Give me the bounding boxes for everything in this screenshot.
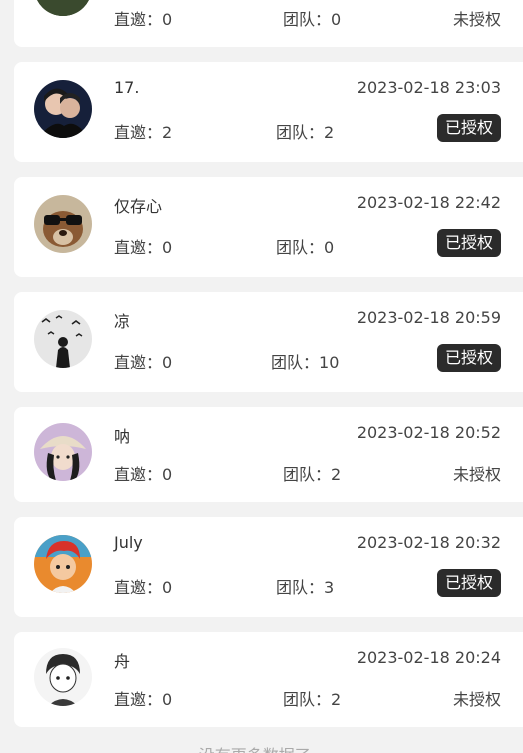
direct-count: 0 <box>162 353 173 372</box>
team-label: 团队： <box>276 123 325 142</box>
member-name: 仅存心 <box>114 197 163 216</box>
member-time: 2023-02-18 23:03 <box>356 78 501 97</box>
team-label: 团队： <box>276 578 325 597</box>
team-label: 团队： <box>271 353 320 372</box>
team-count: 10 <box>319 353 340 372</box>
status-badge: 已授权 <box>436 344 501 372</box>
status-badge: 已授权 <box>436 569 501 597</box>
member-name: July <box>114 533 143 552</box>
member-card[interactable]: 仅存心 2023-02-18 22:42 直邀：0 团队：0 已授权 <box>14 177 523 277</box>
member-card[interactable]: 直邀：0 团队：0 未授权 <box>14 0 523 47</box>
team-count: 3 <box>324 578 335 597</box>
member-time: 2023-02-18 20:52 <box>356 423 501 442</box>
direct-count: 0 <box>162 238 173 257</box>
direct-label: 直邀： <box>114 10 163 29</box>
direct-label: 直邀： <box>114 353 163 372</box>
team-count: 2 <box>331 465 342 484</box>
no-more-data-text: 没有更多数据了~ <box>0 742 523 753</box>
member-time: 2023-02-18 20:59 <box>356 308 501 327</box>
status-text: 未授权 <box>452 10 501 29</box>
member-card[interactable]: July 2023-02-18 20:32 直邀：0 团队：3 已授权 <box>14 517 523 617</box>
member-card[interactable]: 17. 2023-02-18 23:03 直邀：2 团队：2 已授权 <box>14 62 523 162</box>
direct-label: 直邀： <box>114 465 163 484</box>
avatar-birds-icon <box>34 310 92 368</box>
team-label: 团队： <box>283 465 332 484</box>
direct-label: 直邀： <box>114 578 163 597</box>
member-time: 2023-02-18 20:24 <box>356 648 501 667</box>
avatar-dog-sunglasses-icon <box>34 195 92 253</box>
member-name: 舟 <box>114 652 131 671</box>
status-badge: 已授权 <box>436 114 501 142</box>
team-count: 0 <box>324 238 335 257</box>
direct-count: 2 <box>162 123 173 142</box>
member-time: 2023-02-18 22:42 <box>356 193 501 212</box>
avatar-cartoon-boy-icon <box>34 535 92 593</box>
member-card[interactable]: 呐 2023-02-18 20:52 直邀：0 团队：2 未授权 <box>14 407 523 502</box>
member-card[interactable]: 舟 2023-02-18 20:24 直邀：0 团队：2 未授权 <box>14 632 523 727</box>
member-list: 直邀：0 团队：0 未授权 17. 2023-02-18 23:03 直邀：2 … <box>0 0 523 753</box>
avatar-landscape-icon <box>34 0 92 16</box>
team-count: 0 <box>331 10 342 29</box>
direct-count: 0 <box>162 465 173 484</box>
team-label: 团队： <box>283 10 332 29</box>
team-count: 2 <box>324 123 335 142</box>
status-text: 未授权 <box>452 690 501 709</box>
direct-count: 0 <box>162 690 173 709</box>
direct-label: 直邀： <box>114 690 163 709</box>
team-count: 2 <box>331 690 342 709</box>
avatar-girl-hat-icon <box>34 423 92 481</box>
member-card[interactable]: 凉 2023-02-18 20:59 直邀：0 团队：10 已授权 <box>14 292 523 392</box>
member-name: 呐 <box>114 427 131 446</box>
direct-count: 0 <box>162 10 173 29</box>
avatar-sketch-boy-icon <box>34 648 92 706</box>
direct-label: 直邀： <box>114 238 163 257</box>
team-label: 团队： <box>276 238 325 257</box>
member-name: 凉 <box>114 312 131 331</box>
status-text: 未授权 <box>452 465 501 484</box>
direct-count: 0 <box>162 578 173 597</box>
member-time: 2023-02-18 20:32 <box>356 533 501 552</box>
avatar-couple-icon <box>34 80 92 138</box>
status-badge: 已授权 <box>436 229 501 257</box>
direct-label: 直邀： <box>114 123 163 142</box>
team-label: 团队： <box>283 690 332 709</box>
member-name: 17. <box>114 78 140 97</box>
